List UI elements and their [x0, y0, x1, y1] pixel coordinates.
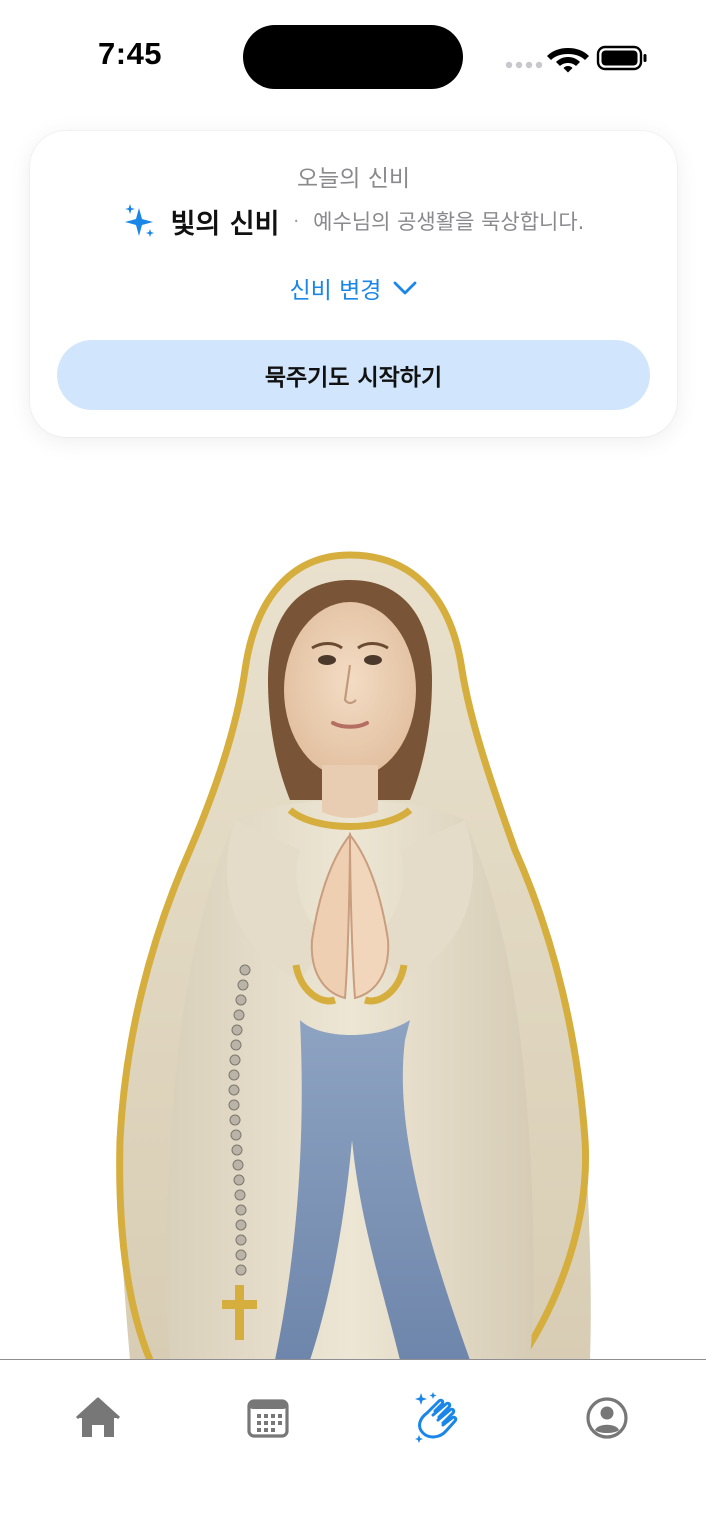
praying-mary-illustration: [116, 551, 591, 1360]
person-circle-icon: [586, 1397, 628, 1439]
chevron-down-icon: [394, 281, 417, 295]
wifi-icon: [547, 48, 589, 73]
status-time: 7:45: [98, 36, 163, 71]
praying-hands-sparkle-icon: [415, 1392, 458, 1443]
tab-bar: [0, 1359, 706, 1536]
change-mystery-label: 신비 변경: [289, 278, 382, 304]
sparkle-icon: [124, 204, 154, 237]
change-mystery-button[interactable]: 신비 변경: [30, 271, 677, 305]
mystery-description: 예수님의 공생활을 묵상합니다.: [313, 210, 585, 234]
card-heading: 오늘의 신비: [296, 166, 411, 192]
tab-home[interactable]: [68, 1390, 128, 1446]
start-rosary-button[interactable]: 묵주기도 시작하기: [57, 340, 650, 410]
tab-rosary[interactable]: [408, 1390, 468, 1446]
todays-mystery-card: 오늘의 신비 빛의 신비 · 예수님의 공생활을 묵상합니다. 신비 변경 묵주…: [30, 131, 677, 437]
tab-profile[interactable]: [577, 1390, 637, 1446]
calendar-icon: [247, 1399, 289, 1438]
mystery-name: 빛의 신비: [170, 208, 280, 240]
status-bar: 7:45: [0, 0, 706, 110]
mystery-separator: ·: [293, 210, 300, 232]
house-icon: [75, 1397, 121, 1437]
status-icons: [505, 45, 647, 73]
battery-icon: [596, 45, 647, 71]
cellular-icon: [505, 61, 543, 69]
mystery-row: 빛의 신비 · 예수님의 공생활을 묵상합니다.: [30, 201, 677, 241]
dynamic-island: [243, 25, 463, 89]
tab-calendar[interactable]: [238, 1390, 298, 1446]
